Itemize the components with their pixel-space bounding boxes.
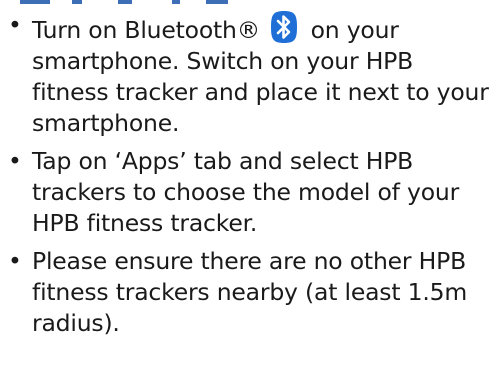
bullet-marker: •: [8, 147, 22, 175]
step-no-other-trackers: • Please ensure there are no other HPB f…: [6, 246, 492, 339]
bluetooth-icon: [269, 10, 299, 44]
step-text: Please ensure there are no other HPB fit…: [32, 247, 468, 337]
step-bluetooth: • Turn on Bluetooth® on your smartphone.…: [6, 10, 492, 139]
cropped-heading-fragment: [0, 0, 498, 10]
instruction-page: • Turn on Bluetooth® on your smartphone.…: [0, 0, 498, 390]
bullet-marker: •: [8, 11, 22, 39]
step-text-before-icon: Turn on Bluetooth®: [32, 16, 261, 44]
bullet-marker: •: [8, 247, 22, 275]
step-text: Tap on ‘Apps’ tab and select HPB tracker…: [32, 147, 460, 237]
step-apps-tab: • Tap on ‘Apps’ tab and select HPB track…: [6, 146, 492, 239]
instruction-list: • Turn on Bluetooth® on your smartphone.…: [6, 10, 492, 346]
